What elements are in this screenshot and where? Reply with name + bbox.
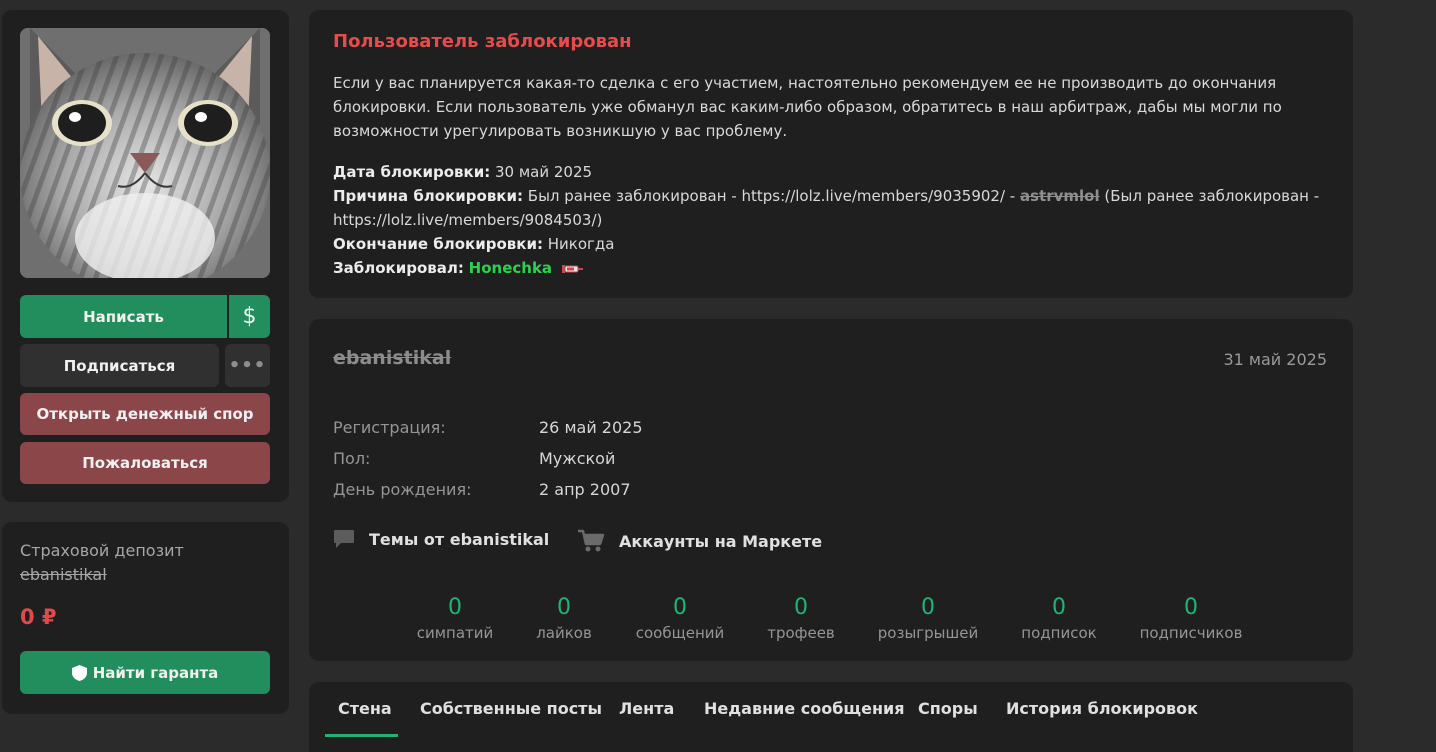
field-value: 26 май 2025 xyxy=(539,418,643,437)
find-guarantor-label: Найти гаранта xyxy=(92,663,219,682)
banned-by-row: Заблокировал: Honechka xyxy=(333,256,1333,280)
stat-label: сообщений xyxy=(635,624,725,642)
shield-icon xyxy=(71,664,87,681)
find-guarantor-button[interactable]: Найти гаранта xyxy=(20,651,270,694)
tab-recent-messages[interactable]: Недавние сообщения xyxy=(704,699,905,718)
ban-details: Дата блокировки: 30 май 2025 Причина бло… xyxy=(333,160,1333,280)
stat-value: 0 xyxy=(794,595,808,620)
ban-reason-text: Был ранее заблокирован - https://lolz.li… xyxy=(527,187,1016,205)
field-label: День рождения: xyxy=(333,480,472,499)
stat-value: 0 xyxy=(673,595,687,620)
field-value: 2 апр 2007 xyxy=(539,480,631,499)
profile-username: ebanistikal xyxy=(333,347,452,369)
stat-label: подписок xyxy=(1021,624,1097,642)
ban-title: Пользователь заблокирован xyxy=(333,31,632,52)
deposit-username: ebanistikal xyxy=(20,565,107,584)
market-accounts-label: Аккаунты на Маркете xyxy=(619,531,823,551)
stat-likes[interactable]: 0 лайков xyxy=(504,595,624,645)
ban-date-label: Дата блокировки: xyxy=(333,163,491,181)
avatar[interactable] xyxy=(20,28,270,278)
profile-sidebar: Написать $ Подписаться ••• Открыть денеж… xyxy=(2,10,289,502)
stat-value: 0 xyxy=(921,595,935,620)
write-message-button[interactable]: Написать xyxy=(20,295,227,338)
banned-by-moderator-link[interactable]: Honechka xyxy=(469,259,552,277)
ban-reason-label: Причина блокировки: xyxy=(333,187,523,205)
ban-description: Если у вас планируется какая-то сделка с… xyxy=(333,74,1282,140)
more-options-button[interactable]: ••• xyxy=(225,344,270,387)
field-label: Пол: xyxy=(333,449,371,468)
stat-value: 0 xyxy=(448,595,462,620)
stat-value: 0 xyxy=(1052,595,1066,620)
stat-sympathies[interactable]: 0 симпатий xyxy=(395,595,515,645)
cat-avatar-image xyxy=(20,28,270,278)
tab-disputes[interactable]: Споры xyxy=(918,699,978,718)
stat-giveaways[interactable]: 0 розыгрышей xyxy=(868,595,988,645)
field-value: Мужской xyxy=(539,449,616,468)
shopping-cart-icon xyxy=(578,529,605,552)
ban-date-value: 30 май 2025 xyxy=(494,163,593,181)
stat-label: розыгрышей xyxy=(877,624,979,642)
transfer-money-button[interactable]: $ xyxy=(229,295,270,338)
report-button[interactable]: Пожаловаться xyxy=(20,442,270,484)
active-tab-indicator xyxy=(325,734,398,737)
stat-subscriptions[interactable]: 0 подписок xyxy=(999,595,1119,645)
syringe-icon xyxy=(561,264,583,273)
tab-own-posts[interactable]: Собственные посты xyxy=(420,699,602,718)
ban-end-value: Никогда xyxy=(547,235,615,253)
market-accounts-link[interactable]: Аккаунты на Маркете xyxy=(577,529,822,553)
deposit-title: Страховой депозит xyxy=(20,541,184,560)
ban-reason-struck-user[interactable]: astrvmlol xyxy=(1020,187,1100,205)
chat-bubble-icon xyxy=(334,530,354,548)
stat-trophies[interactable]: 0 трофеев xyxy=(741,595,861,645)
ban-reason-row: Причина блокировки: Был ранее заблокиров… xyxy=(333,184,1333,232)
profile-tabs: Стена Собственные посты Лента Недавние с… xyxy=(309,682,1353,752)
stat-label: трофеев xyxy=(767,624,835,642)
stat-label: подписчиков xyxy=(1139,624,1243,642)
stat-messages[interactable]: 0 сообщений xyxy=(620,595,740,645)
ban-end-label: Окончание блокировки: xyxy=(333,235,543,253)
tab-feed[interactable]: Лента xyxy=(619,699,674,718)
stat-label: симпатий xyxy=(416,624,494,642)
stat-value: 0 xyxy=(1184,595,1198,620)
ban-date-row: Дата блокировки: 30 май 2025 xyxy=(333,160,1333,184)
user-threads-link[interactable]: Темы от ebanistikal xyxy=(333,529,549,549)
profile-info-card: ebanistikal 31 май 2025 Регистрация: 26 … xyxy=(309,319,1353,661)
open-dispute-button[interactable]: Открыть денежный спор xyxy=(20,393,270,435)
deposit-amount: 0 ₽ xyxy=(20,605,57,629)
last-seen-date: 31 май 2025 xyxy=(1223,350,1327,369)
stat-subscribers[interactable]: 0 подписчиков xyxy=(1131,595,1251,645)
tab-wall[interactable]: Стена xyxy=(338,699,392,718)
user-threads-label: Темы от ebanistikal xyxy=(369,529,550,549)
tab-ban-history[interactable]: История блокировок xyxy=(1006,699,1198,718)
field-label: Регистрация: xyxy=(333,418,446,437)
subscribe-button[interactable]: Подписаться xyxy=(20,344,219,387)
insurance-deposit-card: Страховой депозит ebanistikal 0 ₽ Найти … xyxy=(2,522,289,714)
ban-end-row: Окончание блокировки: Никогда xyxy=(333,232,1333,256)
stat-value: 0 xyxy=(557,595,571,620)
ban-notice-card: Пользователь заблокирован Если у вас пла… xyxy=(309,10,1353,298)
banned-by-label: Заблокировал: xyxy=(333,259,464,277)
stat-label: лайков xyxy=(536,624,592,642)
